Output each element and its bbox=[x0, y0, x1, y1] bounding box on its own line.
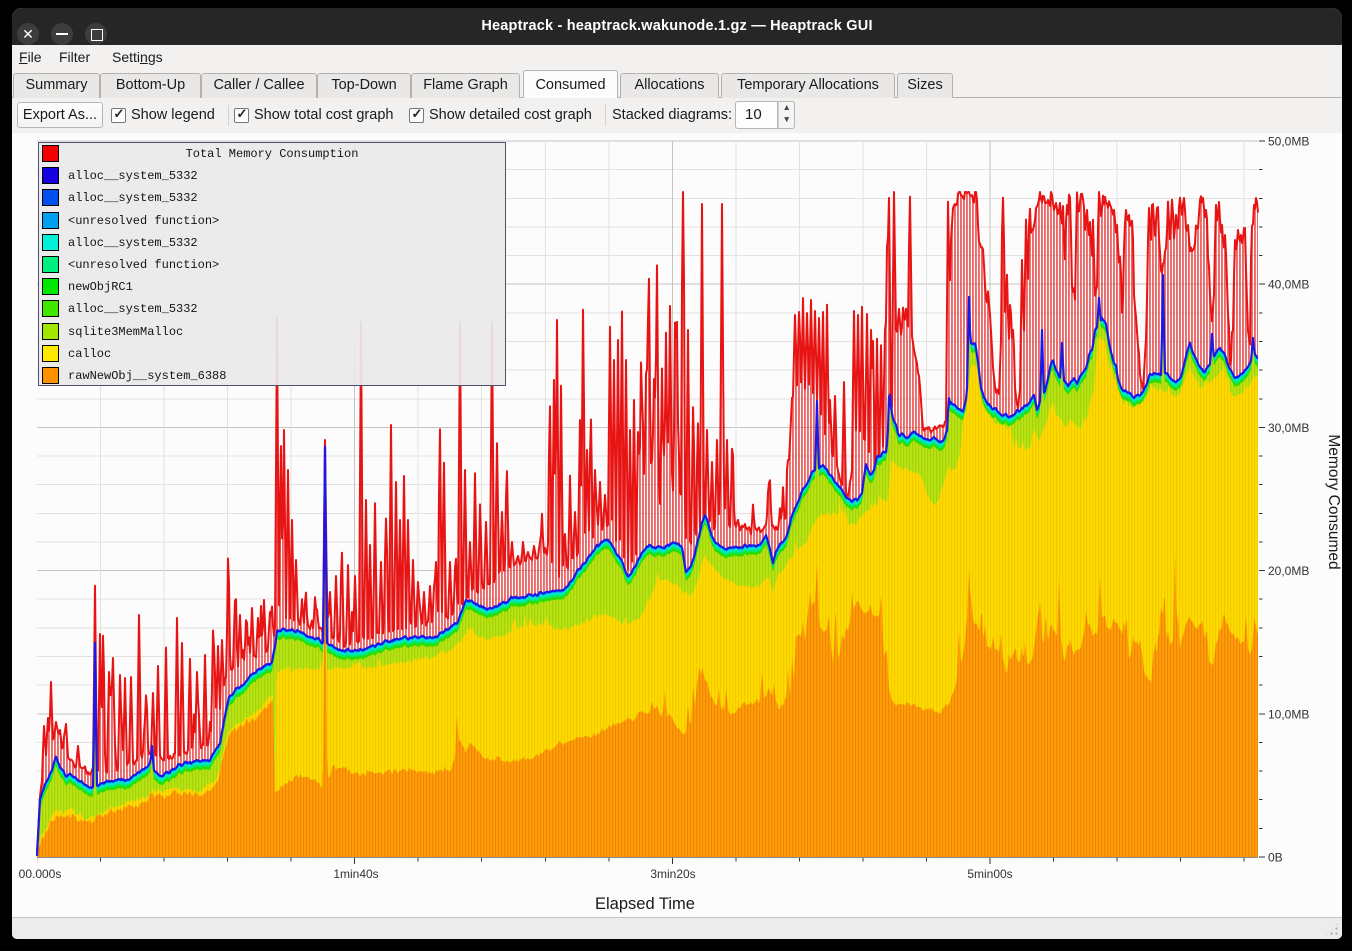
svg-text:1min40s: 1min40s bbox=[333, 867, 378, 881]
svg-text:10,0MB: 10,0MB bbox=[1268, 707, 1309, 721]
svg-text:40,0MB: 40,0MB bbox=[1268, 278, 1309, 292]
svg-text:30,0MB: 30,0MB bbox=[1268, 421, 1309, 435]
svg-text:00.000s: 00.000s bbox=[19, 867, 62, 881]
svg-text:20,0MB: 20,0MB bbox=[1268, 564, 1309, 578]
svg-text:Memory Consumed: Memory Consumed bbox=[1325, 434, 1342, 569]
svg-text:0B: 0B bbox=[1268, 851, 1283, 865]
svg-text:50,0MB: 50,0MB bbox=[1268, 135, 1309, 149]
svg-text:3min20s: 3min20s bbox=[650, 867, 695, 881]
svg-text:5min00s: 5min00s bbox=[967, 867, 1012, 881]
svg-text:Elapsed Time: Elapsed Time bbox=[595, 895, 695, 913]
